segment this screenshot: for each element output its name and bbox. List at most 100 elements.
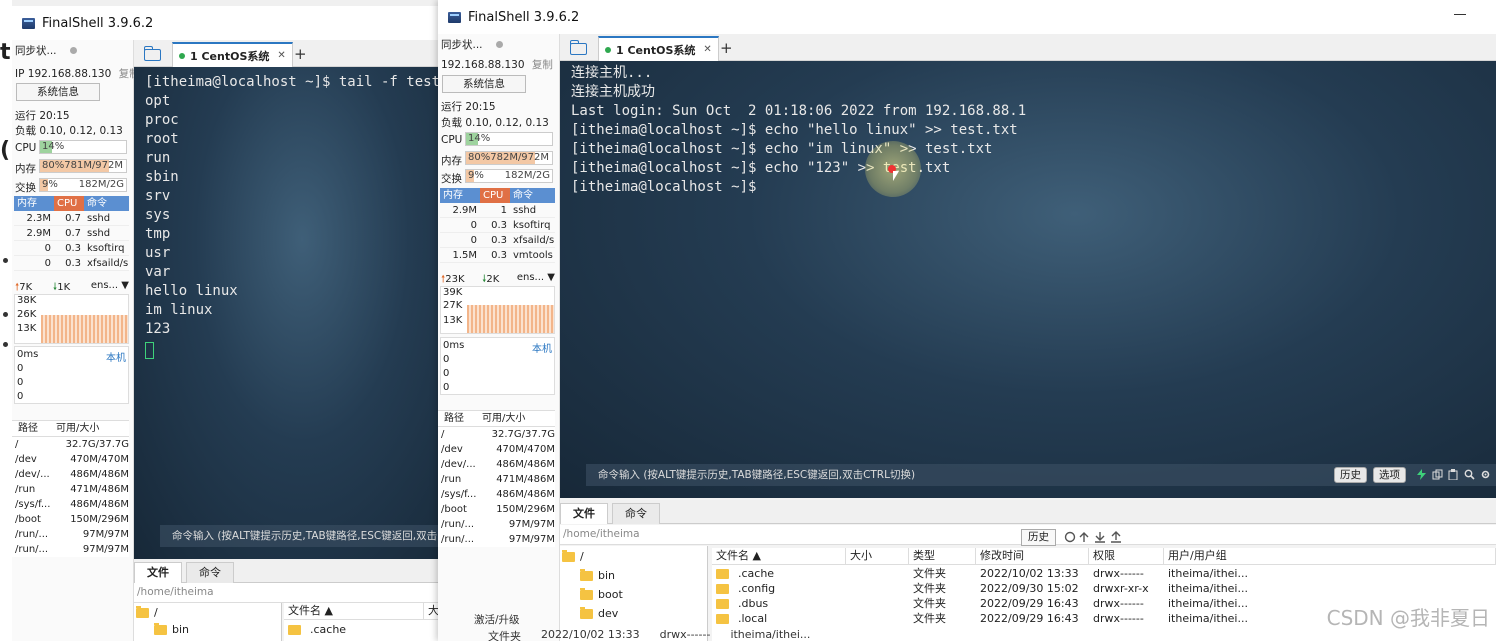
latency-host[interactable]: 本机 <box>532 340 552 355</box>
col-mem[interactable]: 内存 <box>440 188 480 203</box>
tab-commands[interactable]: 命令 <box>186 562 234 583</box>
open-folder-icon[interactable] <box>144 46 161 61</box>
file-row[interactable]: .cache <box>284 622 440 637</box>
col-size[interactable]: 大小 <box>846 548 909 564</box>
copy-icon[interactable] <box>1432 469 1443 480</box>
latency-tick: 0 <box>17 363 24 374</box>
lightning-icon[interactable] <box>1416 469 1427 480</box>
process-row[interactable]: 1.5M 0.3 vmtools <box>440 248 555 263</box>
search-icon[interactable] <box>1464 469 1475 480</box>
sync-status[interactable]: 同步状... <box>441 37 556 52</box>
process-row[interactable]: 2.9M 0.7 sshd <box>14 226 129 241</box>
left-command-input[interactable]: 命令输入 (按ALT键提示历史,TAB键路径,ESC键返回,双击 <box>160 525 440 547</box>
right-session-tab[interactable]: 1 CentOS系统 ✕ <box>598 36 719 61</box>
upload-icon[interactable] <box>1111 531 1121 543</box>
sysinfo-button[interactable]: 系统信息 <box>442 75 526 93</box>
disk-path: /boot <box>15 514 41 525</box>
path-history-button[interactable]: 历史 <box>1021 529 1056 546</box>
col-path[interactable]: 路径 <box>12 421 52 436</box>
paste-icon[interactable] <box>1448 469 1459 480</box>
disk-row[interactable]: /run/... 97M/97M <box>438 517 555 532</box>
sync-status[interactable]: 同步状... <box>15 43 130 58</box>
tab-commands[interactable]: 命令 <box>612 503 660 524</box>
refresh-icon[interactable] <box>1064 531 1076 543</box>
tree-item[interactable]: boot <box>580 587 623 601</box>
disk-row[interactable]: /dev/... 486M/486M <box>438 457 555 472</box>
file-row[interactable]: .config 文件夹 2022/09/30 15:02 drwxr-xr-x … <box>712 581 1496 596</box>
disk-row[interactable]: /run 471M/486M <box>438 472 555 487</box>
sysinfo-button[interactable]: 系统信息 <box>16 83 100 101</box>
activate-upgrade-link[interactable]: 激活/升级 <box>474 612 520 627</box>
copy-ip-link[interactable]: 复制 <box>532 59 553 71</box>
process-row[interactable]: 0 0.3 ksoftirq <box>440 218 555 233</box>
left-session-tab[interactable]: 1 CentOS系统 ✕ <box>172 42 293 67</box>
process-row[interactable]: 0 0.3 ksoftirq <box>14 241 129 256</box>
settings-icon[interactable] <box>1480 469 1491 480</box>
disk-path: / <box>441 429 445 440</box>
col-cpu[interactable]: CPU <box>54 196 84 211</box>
right-terminal[interactable]: 连接主机... 连接主机成功 Last login: Sun Oct 2 01:… <box>560 61 1496 498</box>
disk-row[interactable]: /run/... 97M/97M <box>12 527 129 542</box>
col-filename[interactable]: 文件名 ▲ <box>284 603 424 619</box>
close-tab-icon[interactable]: ✕ <box>703 44 711 55</box>
tab-files[interactable]: 文件 <box>134 562 182 583</box>
col-mem[interactable]: 内存 <box>14 196 54 211</box>
minimize-button[interactable] <box>1454 14 1466 15</box>
left-finalshell-window[interactable]: FinalShell 3.9.6.2 同步状... IP 192.168.88.… <box>12 6 440 641</box>
disk-row[interactable]: /dev/... 486M/486M <box>12 467 129 482</box>
col-owner[interactable]: 用户/用户组 <box>1164 548 1496 564</box>
new-tab-plus-icon[interactable]: + <box>720 39 733 57</box>
terminal-line: usr <box>145 245 171 261</box>
tree-item[interactable]: / <box>136 605 158 619</box>
col-cmd[interactable]: 命令 <box>84 196 129 211</box>
open-folder-icon[interactable] <box>570 40 587 55</box>
tab-files[interactable]: 文件 <box>560 503 608 524</box>
right-finalshell-window[interactable]: FinalShell 3.9.6.2 同步状... 192.168.88.130… <box>438 0 1496 641</box>
left-path-bar[interactable]: /home/itheima <box>134 583 440 603</box>
dropdown-arrow-icon: ▼ <box>121 280 129 291</box>
net-tick: 26K <box>17 309 37 320</box>
new-tab-plus-icon[interactable]: + <box>294 45 307 63</box>
close-tab-icon[interactable]: ✕ <box>277 50 285 61</box>
disk-row[interactable]: /boot 150M/296M <box>438 502 555 517</box>
latency-host[interactable]: 本机 <box>106 349 126 364</box>
col-size[interactable]: 可用/大小 <box>52 421 129 436</box>
left-title-bar[interactable]: FinalShell 3.9.6.2 <box>12 6 440 40</box>
file-row[interactable]: .cache 文件夹 2022/10/02 13:33 drwx------ i… <box>712 566 1496 581</box>
process-row[interactable]: 2.3M 0.7 sshd <box>14 211 129 226</box>
disk-row[interactable]: / 32.7G/37.7G <box>438 427 555 442</box>
col-perm[interactable]: 权限 <box>1089 548 1164 564</box>
disk-row[interactable]: /dev 470M/470M <box>12 452 129 467</box>
options-button[interactable]: 选项 <box>1373 467 1406 483</box>
disk-row[interactable]: / 32.7G/37.7G <box>12 437 129 452</box>
disk-row[interactable]: /boot 150M/296M <box>12 512 129 527</box>
disk-row[interactable]: /dev 470M/470M <box>438 442 555 457</box>
col-cmd[interactable]: 命令 <box>510 188 555 203</box>
col-mtime[interactable]: 修改时间 <box>976 548 1089 564</box>
process-row[interactable]: 2.9M 1 sshd <box>440 203 555 218</box>
network-graph: 38K 26K 13K <box>14 294 129 344</box>
tree-item[interactable]: dev <box>580 606 618 620</box>
col-cpu[interactable]: CPU <box>480 188 510 203</box>
disk-row[interactable]: /sys/f... 486M/486M <box>438 487 555 502</box>
col-path[interactable]: 路径 <box>438 411 478 426</box>
tree-item[interactable]: bin <box>154 622 189 636</box>
disk-row[interactable]: /run/... 97M/97M <box>438 532 555 547</box>
disk-row[interactable]: /sys/f... 486M/486M <box>12 497 129 512</box>
download-icon[interactable] <box>1095 532 1105 543</box>
left-terminal[interactable]: [itheima@localhost ~]$ tail -f test opt … <box>134 67 440 559</box>
disk-row[interactable]: /run 471M/486M <box>12 482 129 497</box>
up-dir-icon[interactable] <box>1079 532 1089 542</box>
strip-char: ( <box>0 138 11 163</box>
process-row[interactable]: 0 0.3 xfsaild/s <box>14 256 129 271</box>
tree-item[interactable]: / <box>562 549 584 563</box>
col-type[interactable]: 类型 <box>909 548 976 564</box>
disk-row[interactable]: /run/... 97M/97M <box>12 542 129 557</box>
history-button[interactable]: 历史 <box>1334 467 1367 483</box>
col-size[interactable]: 可用/大小 <box>478 411 555 426</box>
folder-icon <box>580 606 593 619</box>
tree-item[interactable]: bin <box>580 568 615 582</box>
col-filename[interactable]: 文件名 ▲ <box>712 548 846 564</box>
right-title-bar[interactable]: FinalShell 3.9.6.2 <box>438 0 1496 34</box>
process-row[interactable]: 0 0.3 xfsaild/s <box>440 233 555 248</box>
